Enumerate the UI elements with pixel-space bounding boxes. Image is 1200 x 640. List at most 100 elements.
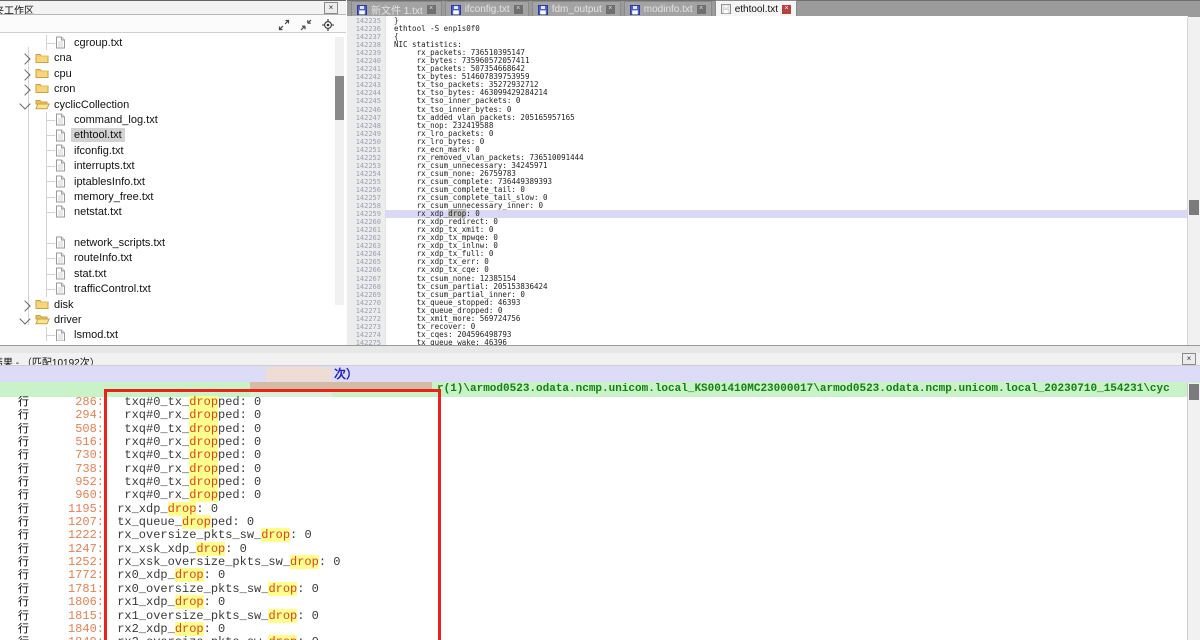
tree-item-label: network_scripts.txt — [71, 236, 168, 250]
tree-item-cycliccollection[interactable]: cyclicCollection — [0, 97, 346, 112]
line-number: 142250 — [347, 138, 385, 146]
tree-item-network_scripts-txt[interactable]: network_scripts.txt — [0, 235, 346, 250]
tab-fdm_output[interactable]: fdm_output× — [532, 1, 621, 17]
results-scrollbar-thumb[interactable] — [1189, 384, 1199, 400]
result-row-label: 行 — [18, 489, 29, 502]
tree-item-command_log-txt[interactable]: command_log.txt — [0, 112, 346, 127]
tree-item-label: disk — [51, 298, 77, 312]
locate-file-icon[interactable] — [322, 18, 334, 30]
search-summary-row: 索 "drop" （1个文件中匹配到10192次，总计 次） — [0, 366, 1200, 382]
file-icon — [55, 329, 70, 341]
file-icon — [55, 190, 70, 203]
application-window: 夹工作区 × cgroup.txtcnacpucroncyclicCollect… — [0, 0, 1200, 640]
tree-item-disk[interactable]: disk — [0, 297, 346, 312]
line-number: 142270 — [347, 299, 385, 307]
tree-item-ifconfig-txt[interactable]: ifconfig.txt — [0, 143, 346, 158]
result-line-number: 1806: — [38, 596, 104, 609]
tree-scrollbar-thumb[interactable] — [335, 76, 344, 120]
tree-item-routeinfo-txt[interactable]: routeInfo.txt — [0, 250, 346, 265]
tree-item-stat-txt[interactable]: stat.txt — [0, 266, 346, 281]
editor-scrollbar[interactable] — [1187, 17, 1200, 345]
file-icon — [55, 113, 70, 126]
line-number: 142247 — [347, 114, 385, 122]
chevron-right-icon[interactable] — [19, 69, 30, 80]
tab-close-icon[interactable]: × — [427, 5, 436, 14]
tree-item-label: cyclicCollection — [51, 98, 132, 112]
tree-guide-tick — [46, 258, 55, 259]
tree-item-memory_free-txt[interactable]: memory_free.txt — [0, 189, 346, 204]
code-area[interactable]: 142235}142236ethtool -S enp1s0f0142237{1… — [347, 17, 1188, 345]
line-number: 142246 — [347, 106, 385, 114]
editor-body[interactable]: 142235}142236ethtool -S enp1s0f0142237{1… — [347, 16, 1188, 345]
tree-guide-tick — [46, 120, 55, 121]
chevron-right-icon[interactable] — [19, 85, 30, 96]
floppy-save-icon — [630, 5, 640, 15]
line-number: 142268 — [347, 283, 385, 291]
line-number: 142240 — [347, 57, 385, 65]
folder-icon — [35, 82, 50, 95]
tab--1-txt[interactable]: 新文件 1.txt× — [351, 1, 442, 17]
tree-item-label: cgroup.txt — [71, 36, 125, 50]
tab-close-icon[interactable]: × — [514, 5, 523, 14]
tree-guide-tick — [46, 274, 55, 275]
workspace-close-icon[interactable]: × — [324, 2, 338, 14]
workspace-toolbar — [0, 15, 346, 33]
tab-close-icon[interactable]: × — [697, 5, 706, 14]
tab-ethtool-txt[interactable]: ethtool.txt× — [715, 0, 797, 17]
tree-item-cpu[interactable]: cpu — [0, 66, 346, 81]
tree-item-driver[interactable]: driver — [0, 312, 346, 327]
file-icon — [55, 252, 70, 265]
tree-item-cgroup-txt[interactable]: cgroup.txt — [0, 35, 346, 50]
tree-item-iptablesinfo-txt[interactable]: iptablesInfo.txt — [0, 174, 346, 189]
file-icon — [55, 175, 70, 188]
file-icon — [55, 36, 70, 49]
result-row-label: 行 — [18, 423, 29, 436]
tree-item-label: cpu — [51, 67, 75, 81]
tab-ifconfig-txt[interactable]: ifconfig.txt× — [445, 1, 529, 17]
file-icon — [55, 282, 70, 295]
tree-item-cna[interactable]: cna — [0, 50, 346, 65]
floppy-save-icon — [721, 4, 731, 14]
results-scrollbar[interactable] — [1187, 383, 1200, 640]
result-line-number: 730: — [38, 449, 104, 462]
collapse-all-icon[interactable] — [300, 18, 312, 30]
result-line-number: 1772: — [38, 569, 104, 582]
tree-item-interrupts-txt[interactable]: interrupts.txt — [0, 158, 346, 173]
tab-modinfo-txt[interactable]: modinfo.txt× — [624, 1, 712, 17]
line-number: 142241 — [347, 65, 385, 73]
tab-bar: 新文件 1.txt×ifconfig.txt×fdm_output×modinf… — [347, 0, 1200, 17]
line-number: 142266 — [347, 266, 385, 274]
tree-item-trafficcontrol-txt[interactable]: trafficControl.txt — [0, 281, 346, 296]
result-row-label: 行 — [18, 583, 29, 596]
tree-guide-tick — [46, 43, 55, 44]
result-line-number: 516: — [38, 436, 104, 449]
result-line-number: 286: — [38, 396, 104, 409]
tree-item-label: memory_free.txt — [71, 190, 156, 204]
tab-close-icon[interactable]: × — [606, 5, 615, 14]
result-line-number: 952: — [38, 476, 104, 489]
editor-scrollbar-thumb[interactable] — [1189, 200, 1199, 215]
line-number: 142254 — [347, 170, 385, 178]
code-line[interactable]: 142237{ — [347, 33, 1188, 41]
tree-guide-tick — [46, 243, 55, 244]
tab-close-icon[interactable]: × — [782, 5, 791, 14]
folder-icon — [35, 298, 50, 311]
tree-scrollbar[interactable] — [335, 37, 344, 305]
results-close-icon[interactable]: × — [1182, 353, 1196, 365]
tree-item-lsmod-txt[interactable]: lsmod.txt — [0, 327, 346, 341]
tree-item-ethtool-txt[interactable]: ethtool.txt — [0, 127, 346, 142]
chevron-down-icon[interactable] — [19, 313, 30, 324]
line-number: 142269 — [347, 291, 385, 299]
expand-all-icon[interactable] — [278, 18, 290, 30]
line-number: 142256 — [347, 186, 385, 194]
code-line[interactable]: 142236ethtool -S enp1s0f0 — [347, 25, 1188, 33]
folder-open-icon — [35, 313, 50, 326]
tree-item-label: stat.txt — [71, 267, 109, 281]
chevron-down-icon[interactable] — [19, 98, 30, 109]
tree-item-cron[interactable]: cron — [0, 81, 346, 96]
chevron-right-icon[interactable] — [19, 54, 30, 65]
tree-item-label: iptablesInfo.txt — [71, 175, 148, 189]
file-icon — [55, 129, 70, 142]
tree-item-netstat-txt[interactable]: netstat.txt — [0, 204, 346, 219]
chevron-right-icon[interactable] — [19, 300, 30, 311]
